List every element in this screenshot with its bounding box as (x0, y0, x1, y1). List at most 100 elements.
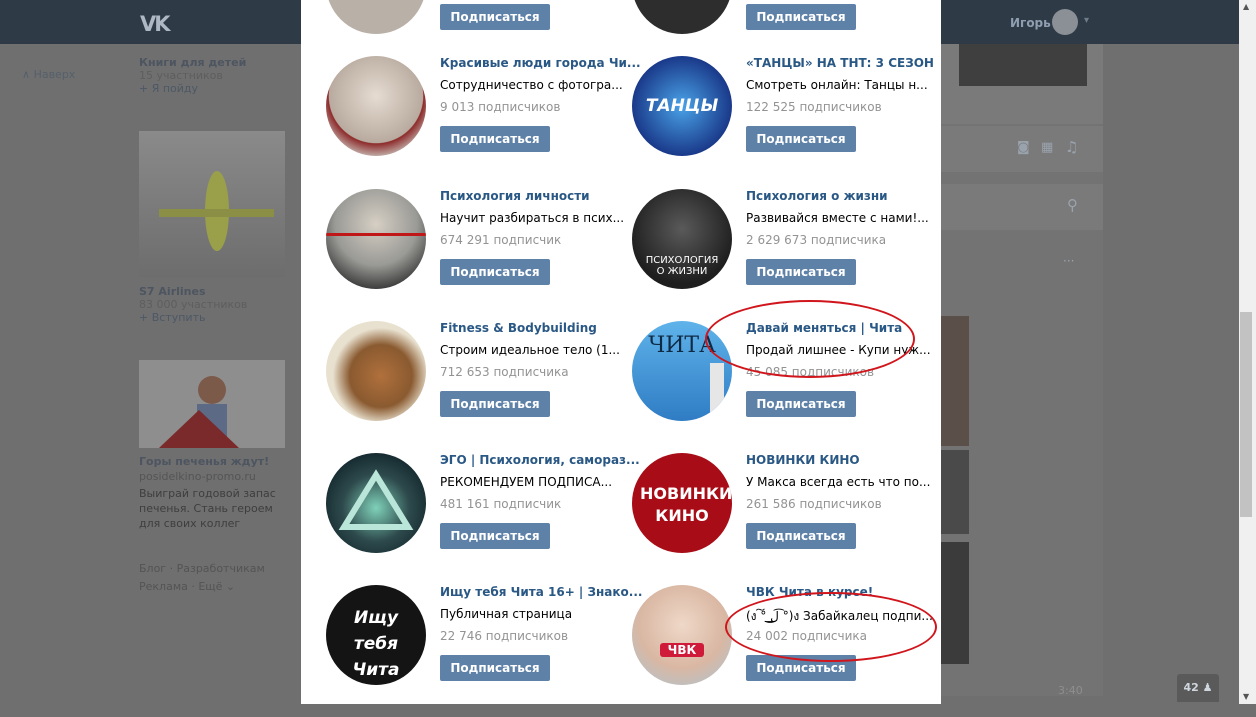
community-card: ЭГО | Психология, самораз... РЕКОМЕНДУЕМ… (301, 453, 640, 585)
community-name[interactable]: Fitness & Bodybuilding (440, 321, 597, 335)
community-subscribers: 2 629 673 подписчика (746, 233, 887, 247)
community-description: Развивайся вместе с нами!... (746, 211, 929, 225)
community-card: Ищу тебя Чита 16+ Ищу тебя Чита 16+ | Зн… (301, 585, 642, 717)
chevron-down-icon[interactable]: ▾ (1084, 15, 1089, 26)
subscribe-button[interactable]: Подписаться (746, 259, 856, 285)
right-post-image-2 (941, 450, 969, 534)
search-icon[interactable]: ⚲ (1067, 196, 1078, 214)
community-avatar[interactable]: ПСИХОЛОГИЯ О ЖИЗНИ (632, 189, 732, 289)
subscribe-button[interactable]: Подписаться (440, 4, 550, 30)
ad-title[interactable]: Горы печенья ждут! (139, 455, 289, 468)
community-avatar[interactable]: ЧВК (632, 585, 732, 685)
camera-icon[interactable]: ◙ (1017, 140, 1030, 155)
scrollbar-thumb[interactable] (1240, 312, 1252, 517)
community-subscribers: 481 161 подписчик (440, 497, 562, 511)
community-avatar[interactable]: НОВИНКИ КИНО (632, 453, 732, 553)
community-subscribers: 261 586 подписчиков (746, 497, 882, 511)
online-count: 42 (1183, 681, 1199, 694)
church-icon (710, 363, 724, 421)
video-icon[interactable]: ▦ (1041, 140, 1053, 155)
user-name[interactable]: Игорь (1010, 16, 1051, 30)
right-post-image-1 (941, 316, 969, 446)
community-description: РЕКОМЕНДУЕМ ПОДПИСА... (440, 475, 613, 489)
subscribe-button[interactable]: Подписаться (440, 391, 550, 417)
avatar-label: НОВИНКИ КИНО (640, 484, 732, 525)
community-subscribers: 22 746 подписчиков (440, 629, 569, 643)
group-members: 83 000 участников (139, 298, 248, 311)
community-avatar[interactable]: ТАНЦЫ (632, 56, 732, 156)
community-avatar[interactable] (326, 321, 426, 421)
scroll-down-icon[interactable]: ▼ (1243, 692, 1249, 701)
community-avatar[interactable] (326, 56, 426, 156)
footer-ads-link[interactable]: Реклама (139, 580, 188, 593)
music-icon[interactable]: ♫ (1065, 138, 1078, 156)
ad-illustration-icon (159, 376, 239, 448)
avatar-label: ПСИХОЛОГИЯ О ЖИЗНИ (645, 255, 719, 277)
community-name[interactable]: Психология о жизни (746, 189, 888, 203)
ad-url[interactable]: posidelkino-promo.ru (139, 470, 256, 483)
footer-dev-link[interactable]: Разработчикам (177, 562, 265, 575)
community-subscribers: 122 525 подписчиков (746, 100, 882, 114)
group-title[interactable]: S7 Airlines (139, 285, 289, 298)
subscribe-button[interactable]: Подписаться (746, 126, 856, 152)
more-options-icon[interactable]: ··· (1063, 254, 1074, 268)
community-description: Публичная страница (440, 607, 573, 621)
community-card: Психология личности Научит разбираться в… (301, 189, 624, 321)
subscribe-button[interactable]: Подписаться (746, 523, 856, 549)
airline-image[interactable] (139, 131, 285, 277)
ad-text: Выиграй годовой запас печенья. Стань гер… (139, 487, 276, 530)
avatar-label: ЧВК (660, 643, 704, 657)
community-description: Строим идеальное тело (1... (440, 343, 620, 357)
post-time: 3:40 (1058, 684, 1083, 697)
community-card: НОВИНКИ КИНО НОВИНКИ КИНО У Макса всегда… (607, 453, 930, 585)
user-avatar[interactable] (1052, 9, 1078, 35)
community-avatar[interactable] (326, 0, 426, 34)
left-group-block: S7 Airlines 83 000 участников + Вступить (139, 285, 289, 324)
community-subscribers: 9 013 подписчиков (440, 100, 561, 114)
community-card: Красивые люди города Чи... Сотрудничеств… (301, 56, 641, 188)
event-title[interactable]: Книги для детей (139, 56, 289, 69)
online-count-badge[interactable]: 42 ♟ (1177, 674, 1219, 702)
community-description: Смотреть онлайн: Танцы н... (746, 78, 928, 92)
event-join-button[interactable]: + Я пойду (139, 82, 289, 95)
subscribe-button[interactable]: Подписаться (746, 391, 856, 417)
back-to-top-label: Наверх (33, 68, 76, 81)
community-card: Fitness & Bodybuilding Строим идеальное … (301, 321, 620, 453)
subscribe-button[interactable]: Подписаться (440, 126, 550, 152)
right-post-image-3 (941, 542, 969, 664)
right-search-box[interactable]: ⚲ (941, 184, 1103, 230)
community-name[interactable]: НОВИНКИ КИНО (746, 453, 860, 467)
person-icon: ♟ (1202, 681, 1213, 694)
community-card: ТАНЦЫ «ТАНЦЫ» НА ТНТ: 3 СЕЗОН Смотреть о… (607, 56, 934, 188)
annotation-ellipse (725, 592, 937, 662)
ad-image[interactable] (139, 360, 285, 448)
airplane-icon (159, 171, 274, 251)
back-to-top-link[interactable]: ∧ Наверх (22, 68, 75, 81)
community-name[interactable]: Психология личности (440, 189, 590, 203)
right-photo-strip (941, 44, 1103, 124)
chevron-up-icon: ∧ (22, 68, 31, 81)
annotation-ellipse (705, 300, 915, 378)
subscribe-button[interactable]: Подписаться (440, 655, 550, 681)
avatar-line (326, 233, 426, 236)
right-photo (959, 44, 1087, 86)
community-subscribers: 674 291 подписчик (440, 233, 562, 247)
group-join-button[interactable]: + Вступить (139, 311, 289, 324)
community-subscribers: 712 653 подписчика (440, 365, 569, 379)
subscribe-button[interactable]: Подписаться (746, 4, 856, 30)
community-description: Научит разбираться в псих... (440, 211, 625, 225)
community-name[interactable]: «ТАНЦЫ» НА ТНТ: 3 СЕЗОН (746, 56, 934, 70)
subscribe-button[interactable]: Подписаться (440, 523, 550, 549)
footer-blog-link[interactable]: Блог (139, 562, 166, 575)
vk-logo[interactable]: VK (140, 12, 170, 36)
footer-more-link[interactable]: Ещё ⌄ (198, 580, 235, 593)
community-avatar[interactable] (326, 453, 426, 553)
footer-links: Блог · Разработчикам Реклама · Ещё ⌄ (139, 562, 265, 593)
scroll-up-icon[interactable]: ▲ (1243, 2, 1249, 11)
community-description: Сотрудничество с фотогра... (440, 78, 623, 92)
subscribe-button[interactable]: Подписаться (440, 259, 550, 285)
community-avatar[interactable] (632, 0, 732, 34)
community-avatar[interactable]: Ищу тебя Чита 16+ (326, 585, 426, 685)
community-avatar[interactable] (326, 189, 426, 289)
right-post-box: ◙ ▦ ♫ (941, 126, 1103, 172)
